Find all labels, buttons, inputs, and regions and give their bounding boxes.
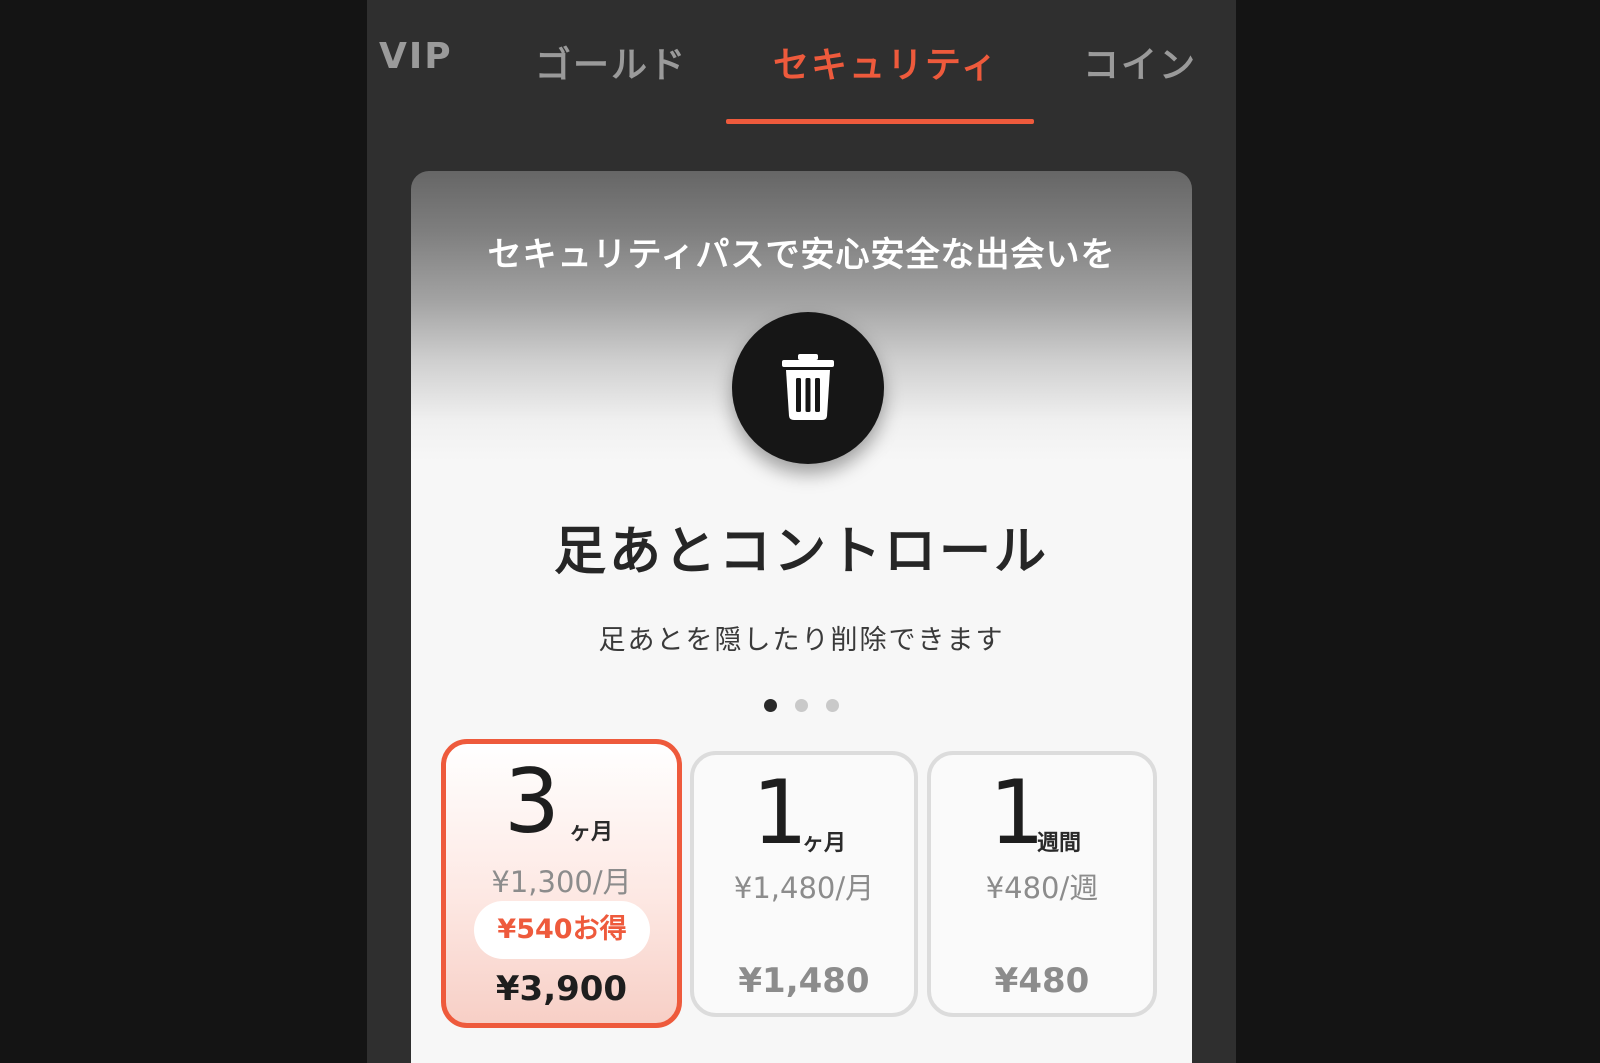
feature-description: 足あとを隠したり削除できます xyxy=(598,625,1005,656)
trash-icon xyxy=(782,354,834,420)
tab-gold[interactable]: ゴールド xyxy=(535,36,687,88)
tab-vip[interactable]: VIP xyxy=(379,36,453,77)
tab-coin[interactable]: コイン xyxy=(1083,36,1197,88)
savings-badge: ¥540お得 xyxy=(474,901,650,959)
plan-option-1-week[interactable]: 1 週間 ¥480/週 ¥480 xyxy=(927,751,1157,1017)
card-headline: セキュリティパスで安心安全な出会いを xyxy=(487,235,1116,275)
tab-bar: VIP ゴールド セキュリティ コイン xyxy=(367,0,1236,128)
plan-total-price: ¥3,900 xyxy=(495,969,628,1009)
plan-duration-number: 3 xyxy=(504,750,560,853)
carousel-dot-2[interactable] xyxy=(795,699,808,712)
plan-duration-number: 1 xyxy=(752,761,808,864)
plan-rate: ¥1,300/月 xyxy=(491,865,632,899)
security-pass-card: セキュリティパスで安心安全な出会いを 足あとコントロール 足あとを隠したり削除で… xyxy=(411,171,1192,1063)
app-screen: VIP ゴールド セキュリティ コイン セキュリティパスで安心安全な出会いを 足… xyxy=(367,0,1236,1063)
active-tab-indicator xyxy=(726,119,1034,124)
tab-security[interactable]: セキュリティ xyxy=(773,36,999,88)
feature-title: 足あとコントロール xyxy=(553,522,1049,582)
feature-icon-circle xyxy=(732,312,884,464)
plan-option-3-months[interactable]: 3 ヶ月 ¥1,300/月 ¥540お得 ¥3,900 xyxy=(441,739,682,1028)
plan-rate: ¥480/週 xyxy=(985,871,1099,905)
carousel-dot-3[interactable] xyxy=(826,699,839,712)
plan-total-price: ¥1,480 xyxy=(738,961,870,1001)
plan-duration-unit: ヶ月 xyxy=(569,820,614,845)
plan-duration-unit: ヶ月 xyxy=(802,831,847,856)
carousel-dots xyxy=(411,699,1192,712)
plan-rate: ¥1,480/月 xyxy=(733,871,875,905)
plan-total-price: ¥480 xyxy=(994,961,1090,1001)
plan-duration-unit: 週間 xyxy=(1037,831,1082,856)
carousel-dot-1[interactable] xyxy=(764,699,777,712)
plan-option-1-month[interactable]: 1 ヶ月 ¥1,480/月 ¥1,480 xyxy=(690,751,918,1017)
